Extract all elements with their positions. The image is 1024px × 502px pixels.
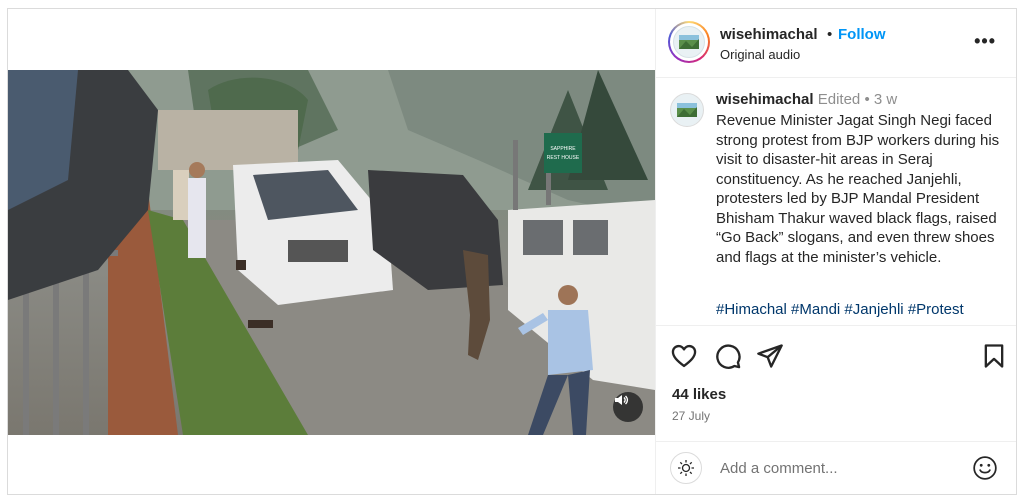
smiley-icon[interactable] [972,455,998,481]
hashtag-link[interactable]: #Janjehli [844,301,903,318]
speaker-icon [615,395,629,405]
caption-avatar[interactable] [670,93,704,127]
likes-count[interactable]: 44 likes [672,386,726,403]
hashtag-link[interactable]: #Protest [908,301,964,318]
header-username[interactable]: wisehimachal [720,26,818,43]
caption-section: wisehimachal Edited • 3 w Revenue Minist… [656,79,1016,324]
mute-button[interactable] [613,392,643,422]
caption-text: Revenue Minister Jagat Singh Negi faced … [716,112,1000,266]
bookmark-icon[interactable] [980,342,1008,370]
hashtag-list: #Himachal #Mandi #Janjehli #Protest [716,301,964,318]
video-frame: SAPPHIRE REST HOUSE [8,70,655,435]
story-ring-avatar[interactable] [668,21,710,63]
profile-logo-icon [677,103,697,117]
sparkle-icon [678,460,694,476]
comment-icon[interactable] [714,342,742,370]
edited-label: Edited [817,91,861,108]
hashtag-link[interactable]: #Himachal [716,301,787,318]
post-age[interactable]: 3 w [874,91,897,108]
side-panel: wisehimachal • Follow Original audio •••… [655,9,1016,494]
avatar [673,26,705,58]
sign-text-2: REST HOUSE [547,155,580,161]
header-separator: • [827,26,833,43]
action-bar: 44 likes 27 July [656,325,1016,441]
media-pane: SAPPHIRE REST HOUSE [8,9,655,494]
share-icon[interactable] [756,342,784,370]
comment-bar [656,441,1016,494]
post-card: SAPPHIRE REST HOUSE wisehimachal • Follo… [7,8,1017,495]
comment-input[interactable] [720,457,950,479]
caption-username[interactable]: wisehimachal [716,91,814,108]
follow-button[interactable]: Follow [838,26,886,43]
sign-text-1: SAPPHIRE [550,146,576,152]
caption-header: wisehimachal Edited • 3 w [716,91,897,108]
heart-icon[interactable] [670,342,698,370]
post-date[interactable]: 27 July [672,409,710,423]
hashtag-link[interactable]: #Mandi [791,301,840,318]
caption-separator: • [864,91,870,108]
profile-logo-icon [679,35,699,49]
video-player[interactable]: SAPPHIRE REST HOUSE [8,70,655,435]
audio-label[interactable]: Original audio [720,47,800,62]
post-header: wisehimachal • Follow Original audio ••• [656,9,1016,78]
more-options-button[interactable]: ••• [974,31,996,52]
commenter-avatar [670,452,702,484]
